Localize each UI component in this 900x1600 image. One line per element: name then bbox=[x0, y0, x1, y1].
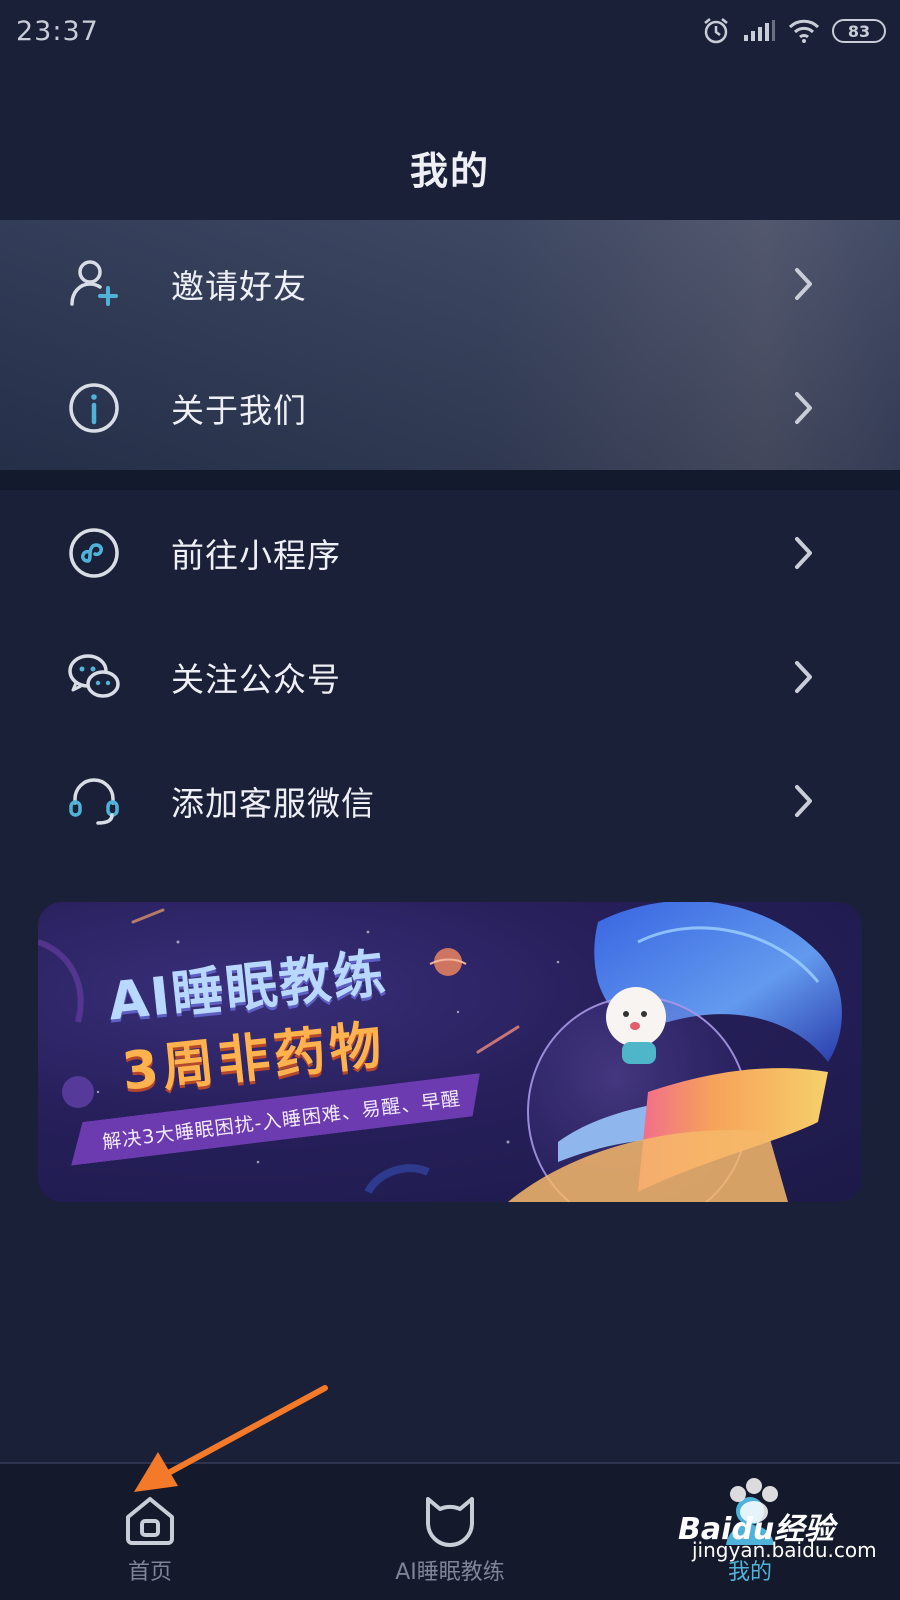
chevron-right-icon bbox=[790, 264, 818, 304]
status-time: 23:37 bbox=[16, 15, 99, 47]
wechat-icon bbox=[66, 649, 122, 705]
battery-icon: 83 bbox=[832, 19, 886, 43]
watermark-url: jingyan.baidu.com bbox=[692, 1538, 877, 1562]
tab-label: 首页 bbox=[127, 1560, 172, 1585]
promo-banner-ai-sleep-coach[interactable]: AI睡眠教练 3周非药物 解决3大睡眠困扰-入睡困难、易醒、早醒 bbox=[38, 902, 862, 1202]
chevron-right-icon bbox=[790, 388, 818, 428]
status-bar: 23:37 83 bbox=[0, 0, 900, 62]
menu-item-about-us[interactable]: 关于我们 bbox=[0, 346, 900, 470]
menu-label: 前往小程序 bbox=[171, 536, 341, 575]
annotation-arrow-icon bbox=[134, 1385, 328, 1492]
menu-label: 关注公众号 bbox=[171, 660, 341, 699]
chevron-right-icon bbox=[790, 781, 818, 821]
headset-icon bbox=[66, 773, 122, 829]
menu-label: 关于我们 bbox=[171, 391, 307, 430]
signal-icon bbox=[742, 19, 776, 43]
info-icon bbox=[66, 380, 122, 436]
alarm-icon bbox=[702, 17, 730, 45]
menu-label: 邀请好友 bbox=[171, 267, 307, 306]
menu-item-invite-friends[interactable]: 邀请好友 bbox=[0, 222, 900, 346]
baidu-watermark: Baidu经验 jingyan.baidu.com bbox=[678, 1478, 888, 1584]
menu-item-add-service-wechat[interactable]: 添加客服微信 bbox=[0, 739, 900, 863]
section-divider bbox=[0, 470, 900, 490]
chevron-right-icon bbox=[790, 533, 818, 573]
menu-item-follow-official-account[interactable]: 关注公众号 bbox=[0, 615, 900, 739]
tab-label: AI睡眠教练 bbox=[395, 1560, 505, 1585]
menu-label: 添加客服微信 bbox=[171, 784, 375, 823]
status-icons: 83 bbox=[702, 17, 886, 45]
mini-program-icon bbox=[66, 525, 122, 581]
tab-ai-sleep-coach[interactable]: AI睡眠教练 bbox=[300, 1464, 600, 1600]
menu-item-mini-program[interactable]: 前往小程序 bbox=[0, 491, 900, 615]
wifi-icon bbox=[788, 19, 820, 43]
add-user-icon bbox=[66, 256, 122, 312]
page-title: 我的 bbox=[409, 149, 490, 193]
cat-face-icon bbox=[417, 1486, 483, 1552]
chevron-right-icon bbox=[790, 657, 818, 697]
